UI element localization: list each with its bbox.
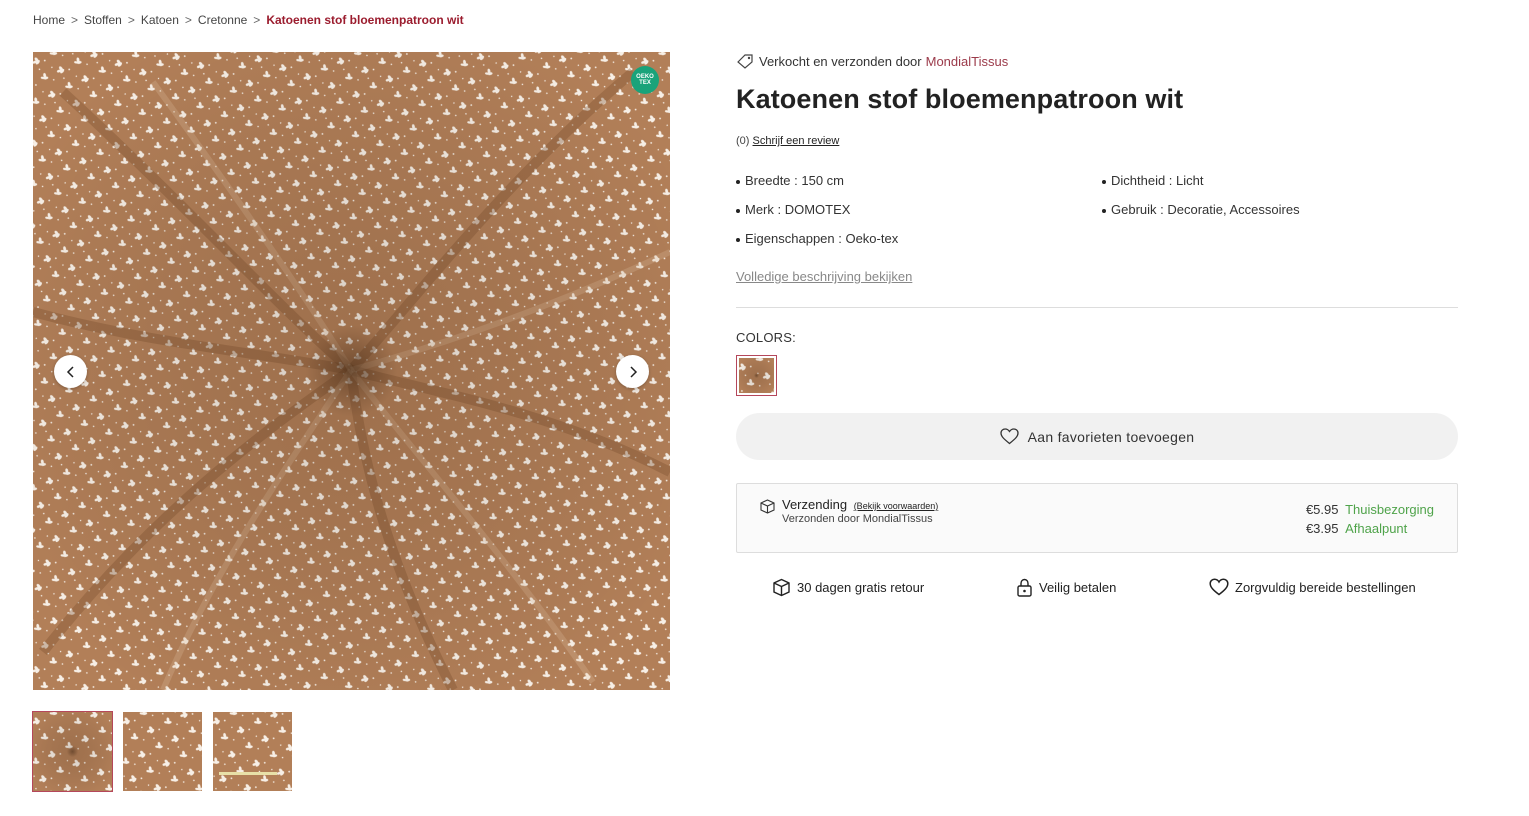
breadcrumb-separator: > (184, 13, 192, 27)
spec-item: Dichtheid : Licht (1102, 173, 1204, 188)
colors-label: COLORS: (736, 330, 796, 345)
product-title: Katoenen stof bloemenpatroon wit (736, 84, 1184, 114)
spec-item: Gebruik : Decoratie, Accessoires (1102, 202, 1300, 217)
review-line: (0) Schrijf een review (736, 135, 1458, 147)
badge-label: Zorgvuldig bereide bestellingen (1235, 579, 1416, 595)
breadcrumb-home[interactable]: Home (33, 13, 65, 27)
badge-label: Veilig betalen (1039, 579, 1117, 595)
oeko-tex-badge: OEKO TEX (631, 66, 659, 94)
add-to-favorites-label: Aan favorieten toevoegen (1027, 428, 1195, 445)
lock-icon (1017, 578, 1032, 597)
shipping-method: Afhaalpunt (1345, 521, 1408, 536)
shipping-option-pickup: €3.95 Afhaalpunt (1306, 519, 1434, 538)
bullet-icon (736, 238, 740, 242)
review-count: (0) (736, 135, 750, 147)
trust-badges: 30 dagen gratis retour Veilig betalen Zo… (736, 576, 1458, 598)
spec-brand: Merk : DOMOTEX (745, 202, 851, 217)
badge-secure-payment: Veilig betalen (1016, 578, 1116, 597)
bullet-icon (736, 209, 740, 213)
breadcrumb-separator: > (71, 13, 79, 27)
shipping-title-line: Verzending (Bekijk voorwaarden) (782, 497, 938, 512)
seller-prefix: Verkocht en verzonden door (759, 53, 922, 69)
badge-careful-orders: Zorgvuldig bereide bestellingen (1209, 578, 1416, 596)
breadcrumb-stoffen[interactable]: Stoffen (84, 13, 122, 27)
spec-item: Breedte : 150 cm (736, 173, 844, 188)
thumbnail-2[interactable] (123, 712, 202, 791)
shipping-option-home: €5.95 Thuisbezorging (1306, 500, 1434, 519)
write-review-link[interactable]: Schrijf een review (753, 135, 840, 147)
tag-icon (737, 54, 753, 69)
shipping-box: Verzending (Bekijk voorwaarden) Verzonde… (736, 483, 1458, 553)
thumbnail-strip (32, 711, 292, 792)
shipping-info: Verzending (Bekijk voorwaarden) Verzonde… (760, 497, 938, 525)
spec-usage: Gebruik : Decoratie, Accessoires (1111, 202, 1300, 217)
full-description-link[interactable]: Volledige beschrijving bekijken (736, 269, 912, 284)
spec-density: Dichtheid : Licht (1111, 173, 1204, 188)
divider (736, 307, 1458, 308)
fabric-image (33, 52, 670, 690)
badge-label: 30 dagen gratis retour (797, 579, 925, 595)
shipping-conditions-link[interactable]: (Bekijk voorwaarden) (854, 501, 939, 511)
thumbnail-3[interactable] (213, 712, 292, 791)
gallery-prev-button[interactable] (54, 355, 87, 388)
bullet-icon (736, 180, 740, 184)
heart-icon (999, 428, 1019, 445)
product-main-image[interactable]: OEKO TEX (33, 52, 670, 690)
add-to-favorites-button[interactable]: Aan favorieten toevoegen (736, 413, 1458, 460)
breadcrumb-katoen[interactable]: Katoen (141, 13, 179, 27)
badge-returns: 30 dagen gratis retour (772, 578, 924, 597)
spec-list: Breedte : 150 cm Dichtheid : Licht Merk … (736, 173, 1458, 261)
box-icon (773, 578, 790, 596)
breadcrumb: Home > Stoffen > Katoen > Cretonne > Kat… (33, 13, 464, 27)
spec-width: Breedte : 150 cm (745, 173, 844, 188)
breadcrumb-current: Katoenen stof bloemenpatroon wit (266, 13, 464, 27)
breadcrumb-cretonne[interactable]: Cretonne (198, 13, 247, 27)
product-info: Verkocht en verzonden door MondialTissus… (736, 52, 1458, 598)
shipping-method: Thuisbezorging (1345, 502, 1434, 517)
chevron-right-icon (629, 365, 637, 378)
seller-name[interactable]: MondialTissus (926, 54, 1009, 69)
breadcrumb-separator: > (253, 13, 261, 27)
shipping-title: Verzending (782, 497, 848, 512)
breadcrumb-separator: > (127, 13, 135, 27)
spec-item: Merk : DOMOTEX (736, 202, 850, 217)
color-swatch[interactable] (736, 355, 777, 396)
thumbnail-1[interactable] (32, 711, 113, 792)
heart-icon (1209, 578, 1229, 596)
chevron-left-icon (66, 365, 74, 378)
gallery-next-button[interactable] (616, 355, 649, 388)
shipping-price: €5.95 (1305, 502, 1339, 517)
seller-info: Verkocht en verzonden door MondialTissus (736, 52, 1458, 70)
shipping-price: €3.95 (1305, 521, 1339, 536)
spec-properties: Eigenschappen : Oeko-tex (745, 231, 899, 246)
shipping-subtitle: Verzonden door MondialTissus (782, 513, 933, 525)
shipping-options: €5.95 Thuisbezorging €3.95 Afhaalpunt (1306, 500, 1434, 538)
spec-item: Eigenschappen : Oeko-tex (736, 231, 898, 246)
bullet-icon (1102, 209, 1106, 213)
box-icon (760, 499, 775, 514)
bullet-icon (1102, 180, 1106, 184)
